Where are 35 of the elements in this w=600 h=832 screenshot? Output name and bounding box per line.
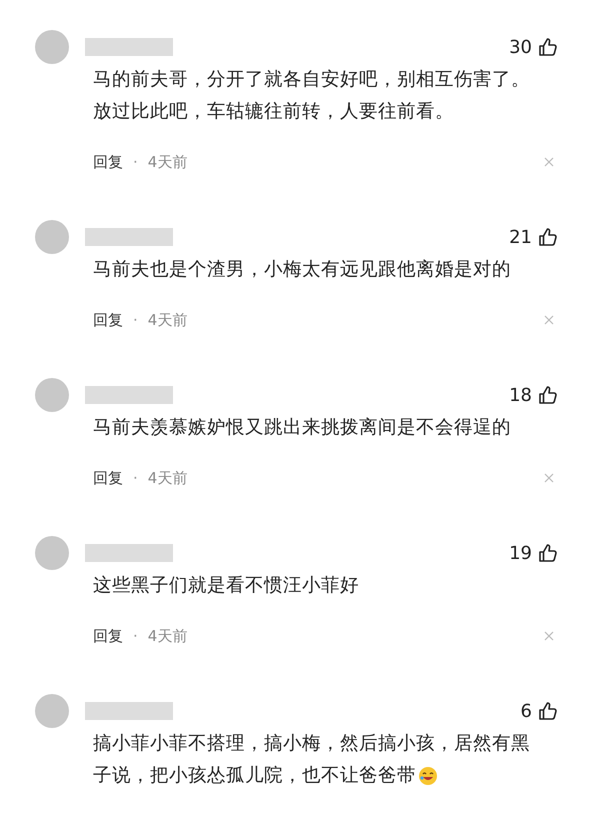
- reply-link[interactable]: 回复: [93, 468, 123, 488]
- thumbs-up-icon[interactable]: [538, 37, 558, 57]
- comment-text: 马前夫也是个渣男，小梅太有远见跟他离婚是对的: [93, 258, 512, 282]
- avatar: [35, 30, 69, 64]
- laughing-face-icon: [418, 766, 438, 786]
- comment-time: 4天前: [148, 310, 188, 330]
- like-count: 18: [509, 384, 532, 406]
- avatar: [35, 378, 69, 412]
- comment-text: 放过比此吧，车轱辘往前转，人要往前看。: [93, 100, 455, 124]
- thumbs-up-icon[interactable]: [538, 701, 558, 721]
- comment-text: 子说，把小孩怂孤儿院，也不让爸爸带: [93, 760, 558, 792]
- like-count: 30: [509, 36, 532, 58]
- avatar: [35, 694, 69, 728]
- thumbs-up-icon[interactable]: [538, 227, 558, 247]
- comment-text: 马前夫羡慕嫉妒恨又跳出来挑拨离间是不会得逞的: [93, 416, 512, 440]
- comment-time: 4天前: [148, 152, 188, 172]
- like-count: 6: [520, 700, 532, 722]
- reply-link[interactable]: 回复: [93, 152, 123, 172]
- comment-time: 4天前: [148, 468, 188, 488]
- separator-dot: ·: [133, 153, 138, 171]
- avatar: [35, 220, 69, 254]
- comment-time: 4天前: [148, 626, 188, 646]
- separator-dot: ·: [133, 469, 138, 487]
- like-count: 21: [509, 226, 532, 248]
- separator-dot: ·: [133, 627, 138, 645]
- avatar: [35, 536, 69, 570]
- separator-dot: ·: [133, 311, 138, 329]
- like-count: 19: [509, 542, 532, 564]
- thumbs-up-icon[interactable]: [538, 543, 558, 563]
- comment-text: 马的前夫哥，分开了就各自安好吧，别相互伤害了。: [93, 68, 531, 92]
- thumbs-up-icon[interactable]: [538, 385, 558, 405]
- reply-link[interactable]: 回复: [93, 310, 123, 330]
- comment-text: 这些黑子们就是看不惯汪小菲好: [93, 574, 360, 598]
- comment-text: 搞小菲小菲不搭理，搞小梅，然后搞小孩，居然有黑: [93, 732, 531, 756]
- reply-link[interactable]: 回复: [93, 626, 123, 646]
